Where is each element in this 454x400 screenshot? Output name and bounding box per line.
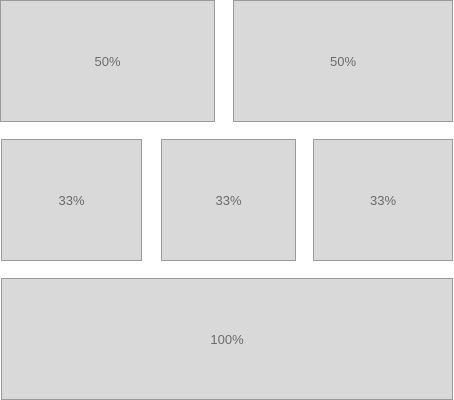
grid-cell-label: 50% xyxy=(94,53,121,69)
grid-cell-label: 50% xyxy=(329,53,357,69)
grid-cell-label: 33% xyxy=(58,192,85,208)
grid-cell-half-left: 50% xyxy=(0,0,215,122)
grid-cell-label: 33% xyxy=(215,192,242,208)
grid-cell-third-left: 33% xyxy=(1,139,142,261)
grid-cell-label: 33% xyxy=(369,192,397,208)
grid-cell-third-middle: 33% xyxy=(161,139,296,261)
grid-cell-full: 100% xyxy=(1,278,453,400)
grid-cell-label: 100% xyxy=(210,331,244,347)
grid-cell-half-right: 50% xyxy=(233,0,453,122)
grid-cell-third-right: 33% xyxy=(313,139,453,261)
